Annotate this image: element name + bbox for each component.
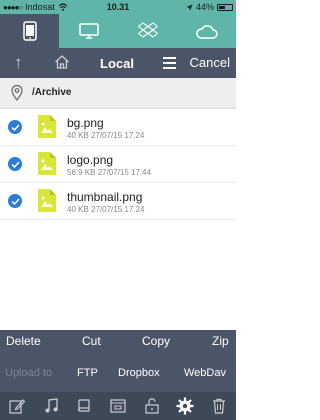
bottom-toolbar bbox=[0, 392, 236, 420]
zip-button[interactable]: Zip bbox=[212, 334, 229, 348]
battery-icon bbox=[217, 3, 233, 11]
selected-check-icon[interactable] bbox=[8, 157, 22, 171]
phone-icon bbox=[22, 21, 37, 41]
tab-computer[interactable] bbox=[59, 14, 118, 48]
file-list: bg.png 40 KB 27/07/15 17.24 logo.png 56.… bbox=[0, 109, 236, 220]
navigation-bar: ↑ Local Cancel bbox=[0, 48, 236, 78]
selected-check-icon[interactable] bbox=[8, 120, 22, 134]
copy-button[interactable]: Copy bbox=[142, 334, 170, 348]
trash-icon[interactable] bbox=[209, 396, 229, 416]
image-file-icon bbox=[38, 115, 56, 138]
music-icon[interactable] bbox=[41, 396, 61, 416]
battery-percent: 44% bbox=[195, 2, 214, 12]
upload-to-label: Upload to bbox=[5, 367, 53, 379]
monitor-icon bbox=[78, 23, 99, 39]
file-actions-bar: Delete Cut Copy Zip bbox=[0, 330, 236, 352]
upload-bar: Upload to FTP Dropbox WebDav bbox=[0, 352, 236, 392]
image-file-icon bbox=[38, 189, 56, 212]
file-name: logo.png bbox=[67, 153, 114, 167]
location-pin-icon bbox=[11, 85, 23, 101]
cut-button[interactable]: Cut bbox=[82, 334, 101, 348]
book-icon[interactable] bbox=[74, 396, 94, 416]
file-row[interactable]: bg.png 40 KB 27/07/15 17.24 bbox=[0, 109, 236, 146]
tab-dropbox[interactable] bbox=[118, 14, 177, 48]
menu-icon[interactable] bbox=[163, 57, 176, 72]
source-tabbar bbox=[0, 14, 236, 48]
current-path: /Archive bbox=[32, 87, 72, 98]
home-icon[interactable] bbox=[54, 54, 70, 70]
path-bar: /Archive bbox=[0, 78, 236, 109]
file-meta: 40 KB 27/07/15 17.24 bbox=[67, 205, 145, 214]
cloud-icon bbox=[195, 24, 218, 39]
file-name: bg.png bbox=[67, 116, 104, 130]
unlock-icon[interactable] bbox=[142, 396, 162, 416]
location-title: Local bbox=[100, 56, 134, 71]
up-arrow-icon[interactable]: ↑ bbox=[14, 53, 23, 73]
file-meta: 56.9 KB 27/07/15 17.44 bbox=[67, 168, 152, 177]
image-file-icon bbox=[38, 152, 56, 175]
location-arrow-icon bbox=[186, 4, 193, 10]
delete-button[interactable]: Delete bbox=[6, 334, 41, 348]
status-bar: ●●●●○ Indosat 10.31 44% bbox=[0, 0, 236, 14]
file-row[interactable]: thumbnail.png 40 KB 27/07/15 17.24 bbox=[0, 183, 236, 220]
file-meta: 40 KB 27/07/15 17.24 bbox=[67, 131, 145, 140]
file-row[interactable]: logo.png 56.9 KB 27/07/15 17.44 bbox=[0, 146, 236, 183]
status-right: 44% bbox=[186, 2, 233, 12]
edit-icon[interactable] bbox=[7, 396, 27, 416]
upload-dropbox-button[interactable]: Dropbox bbox=[118, 367, 160, 379]
tab-device[interactable] bbox=[0, 14, 59, 48]
tab-cloud[interactable] bbox=[177, 14, 236, 48]
cancel-button[interactable]: Cancel bbox=[190, 55, 230, 70]
upload-ftp-button[interactable]: FTP bbox=[77, 367, 98, 379]
file-name: thumbnail.png bbox=[67, 190, 143, 204]
upload-webdav-button[interactable]: WebDav bbox=[184, 367, 226, 379]
selected-check-icon[interactable] bbox=[8, 194, 22, 208]
settings-gear-icon[interactable] bbox=[175, 396, 195, 416]
dropbox-icon bbox=[137, 22, 158, 38]
archive-icon[interactable] bbox=[108, 396, 128, 416]
